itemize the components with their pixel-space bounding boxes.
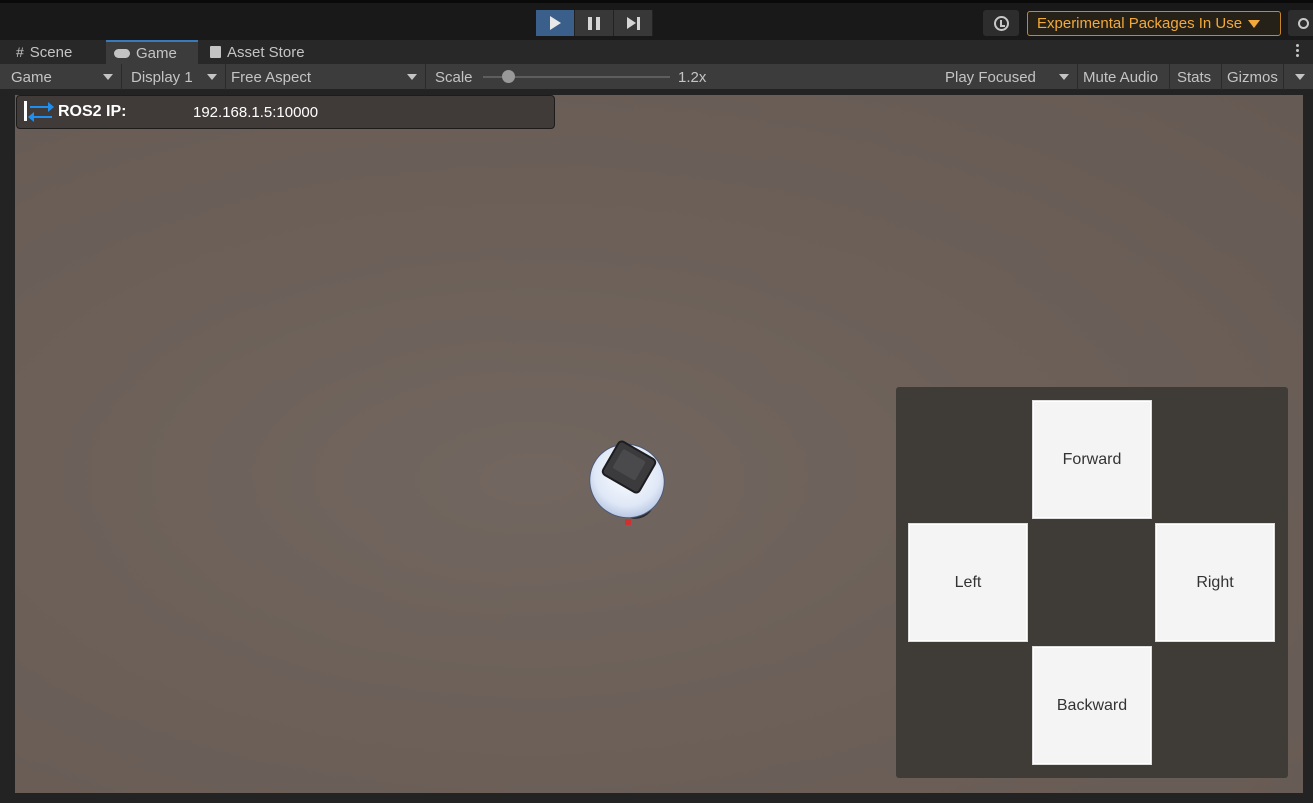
experimental-packages-label: Experimental Packages In Use: [1037, 15, 1243, 32]
ros-ip-label: ROS2 IP:: [58, 103, 127, 120]
history-icon: [993, 15, 1009, 31]
stats-toggle[interactable]: Stats: [1172, 64, 1222, 90]
movement-control-pad: Forward Left Right Backward: [896, 387, 1288, 778]
play-focused-value: Play Focused: [945, 68, 1036, 86]
step-button[interactable]: [614, 10, 653, 36]
play-button[interactable]: [536, 10, 575, 36]
search-button[interactable]: [1288, 10, 1313, 36]
chevron-down-icon: [1295, 74, 1305, 80]
tab-scene[interactable]: # Scene: [6, 40, 106, 64]
scale-slider-handle[interactable]: [502, 70, 515, 83]
display-dropdown[interactable]: Display 1: [126, 64, 226, 90]
main-toolbar: Experimental Packages In Use: [0, 0, 1313, 40]
undo-history-button[interactable]: [983, 10, 1019, 36]
play-icon: [549, 16, 561, 30]
scale-value-text: 1.2x: [678, 68, 707, 86]
aspect-dropdown[interactable]: Free Aspect: [226, 64, 426, 90]
left-button[interactable]: Left: [908, 523, 1028, 642]
chevron-down-icon: [1248, 19, 1261, 28]
tab-game[interactable]: Game: [106, 40, 198, 64]
stats-label: Stats: [1177, 68, 1212, 86]
ros-connection-icon: [22, 101, 56, 123]
tab-label: Asset Store: [227, 43, 305, 61]
mute-audio-label: Mute Audio: [1083, 68, 1159, 86]
pause-button[interactable]: [575, 10, 614, 36]
game-view-toolbar: Game Display 1 Free Aspect Scale 1.2x Pl…: [0, 64, 1313, 90]
chevron-down-icon: [407, 74, 417, 80]
ros-ip-value[interactable]: 192.168.1.5:10000: [193, 104, 318, 121]
tab-label: Game: [136, 44, 177, 62]
gizmos-label: Gizmos: [1227, 68, 1278, 86]
scale-value: 1.2x: [673, 64, 733, 90]
tab-asset-store[interactable]: Asset Store: [200, 40, 330, 64]
gizmos-dropdown[interactable]: [1286, 64, 1313, 90]
chevron-down-icon: [1059, 74, 1069, 80]
tab-label: Scene: [29, 43, 73, 61]
shopping-bag-icon: [210, 46, 221, 58]
mute-audio-toggle[interactable]: Mute Audio: [1078, 64, 1170, 90]
window-tab-bar: # Scene Game Asset Store: [0, 40, 1313, 64]
step-icon: [626, 16, 640, 30]
game-mode-value: Game: [11, 68, 52, 86]
backward-button[interactable]: Backward: [1032, 646, 1152, 765]
pause-icon: [588, 16, 600, 30]
scale-label-text: Scale: [435, 68, 473, 86]
ros-connection-panel: ROS2 IP: 192.168.1.5:10000: [16, 95, 555, 129]
chevron-down-icon: [207, 74, 217, 80]
playback-controls: [536, 10, 653, 36]
display-value: Display 1: [131, 68, 193, 86]
search-icon: [1298, 17, 1309, 29]
game-mode-dropdown[interactable]: Game: [6, 64, 122, 90]
chevron-down-icon: [103, 74, 113, 80]
experimental-packages-button[interactable]: Experimental Packages In Use: [1027, 11, 1281, 36]
robot-model: [575, 429, 679, 533]
gizmos-toggle[interactable]: Gizmos: [1222, 64, 1284, 90]
more-options-icon[interactable]: [1296, 44, 1299, 57]
scale-label: Scale: [430, 64, 480, 90]
forward-button[interactable]: Forward: [1032, 400, 1152, 519]
gamepad-icon: [114, 48, 130, 58]
aspect-value: Free Aspect: [231, 68, 312, 86]
play-focused-dropdown[interactable]: Play Focused: [940, 64, 1078, 90]
grid-icon: #: [16, 44, 24, 60]
right-button[interactable]: Right: [1155, 523, 1275, 642]
